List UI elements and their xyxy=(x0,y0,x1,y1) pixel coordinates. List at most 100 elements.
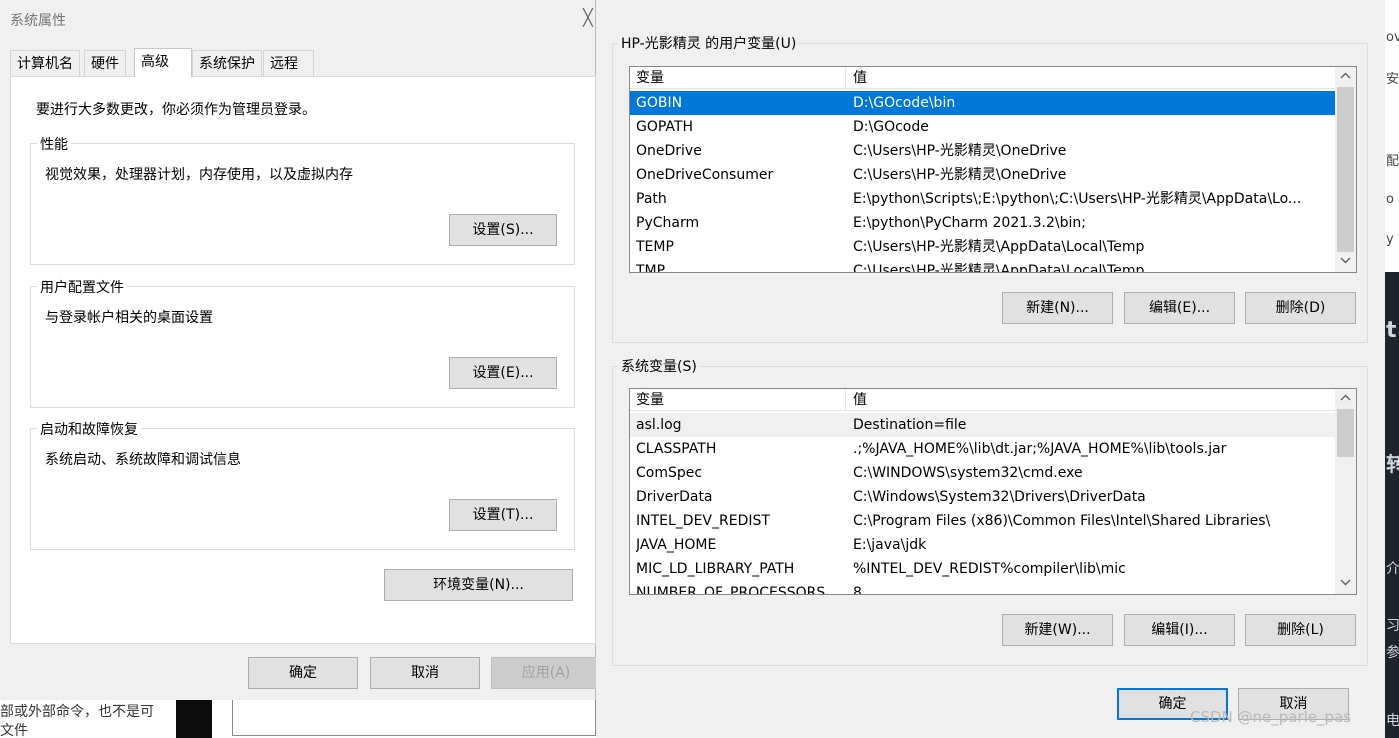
column-header-name[interactable]: 变量 xyxy=(630,389,846,411)
tab-strip: 计算机名 硬件 高级 系统保护 远程 xyxy=(10,48,596,77)
background-text-line: 部或外部命令，也不是可 xyxy=(0,704,154,720)
list-item[interactable]: OneDrive C:\Users\HP-光影精灵\OneDrive xyxy=(630,139,1336,163)
column-header-value[interactable]: 值 xyxy=(846,389,867,411)
vertical-scrollbar[interactable] xyxy=(1335,389,1356,594)
variable-name: MIC_LD_LIBRARY_PATH xyxy=(636,561,795,577)
system-new-button[interactable]: 新建(W)... xyxy=(1002,614,1113,646)
user-variables-group: HP-光影精灵 的用户变量(U) 变量 值 GOBIN D:\GOcode\bin… xyxy=(612,33,1368,343)
tab-computer-name[interactable]: 计算机名 xyxy=(10,50,80,76)
system-delete-button[interactable]: 删除(L) xyxy=(1245,614,1356,646)
variable-name: ComSpec xyxy=(636,465,703,481)
user-edit-button[interactable]: 编辑(E)... xyxy=(1124,292,1235,324)
chevron-up-icon[interactable] xyxy=(1335,389,1356,407)
list-item[interactable]: ComSpec C:\WINDOWS\system32\cmd.exe xyxy=(630,461,1336,485)
background-fragment: y xyxy=(1386,232,1394,247)
list-item[interactable]: CLASSPATH .;%JAVA_HOME%\lib\dt.jar;%JAVA_… xyxy=(630,437,1336,461)
variable-name: NUMBER_OF_PROCESSORS xyxy=(636,585,826,595)
scrollbar-thumb[interactable] xyxy=(1337,409,1354,457)
user-variables-list[interactable]: 变量 值 GOBIN D:\GOcode\bin GOPATH D:\GOcode … xyxy=(629,66,1357,273)
environment-variables-dialog: HP-光影精灵 的用户变量(U) 变量 值 GOBIN D:\GOcode\bin… xyxy=(596,0,1385,738)
performance-settings-button[interactable]: 设置(S)... xyxy=(449,214,557,246)
list-rows: GOBIN D:\GOcode\bin GOPATH D:\GOcode OneDr… xyxy=(630,91,1336,273)
variable-value: D:\GOcode\bin xyxy=(853,95,956,111)
list-item[interactable]: DriverData C:\Windows\System32\Drivers\Dr… xyxy=(630,485,1336,509)
variable-value: C:\Users\HP-光影精灵\OneDrive xyxy=(853,143,1067,159)
chevron-down-icon[interactable] xyxy=(1335,252,1356,270)
variable-name: GOBIN xyxy=(636,95,683,111)
ok-button[interactable]: 确定 xyxy=(248,657,358,689)
variable-name: OneDriveConsumer xyxy=(636,167,774,183)
tab-remote[interactable]: 远程 xyxy=(263,50,314,76)
list-item[interactable]: NUMBER_OF_PROCESSORS 8 xyxy=(630,581,1336,595)
group-description: 系统启动、系统故障和调试信息 xyxy=(45,452,241,468)
background-fragment: 习 xyxy=(1386,618,1399,634)
variable-value: C:\Users\HP-光影精灵\OneDrive xyxy=(853,167,1067,183)
background-fragment: ov xyxy=(1386,30,1399,45)
vertical-scrollbar[interactable] xyxy=(1335,67,1356,272)
system-variables-list[interactable]: 变量 值 asl.log Destination=file CLASSPATH.;… xyxy=(629,388,1357,595)
background-command-text: 部或外部命令，也不是可 文件 xyxy=(0,700,176,738)
background-fragment: o xyxy=(1386,192,1394,207)
user-delete-button[interactable]: 删除(D) xyxy=(1245,292,1356,324)
variable-value: .;%JAVA_HOME%\lib\dt.jar;%JAVA_HOME%\lib… xyxy=(853,441,1227,457)
list-item[interactable]: OneDriveConsumer C:\Users\HP-光影精灵\OneDriv… xyxy=(630,163,1336,187)
list-item[interactable]: TEMP C:\Users\HP-光影精灵\AppData\Local\Temp xyxy=(630,235,1336,259)
tab-advanced[interactable]: 高级 xyxy=(134,48,192,77)
variable-name: GOPATH xyxy=(636,119,693,135)
variable-value: C:\Users\HP-光影精灵\AppData\Local\Temp xyxy=(853,239,1145,255)
variable-name: CLASSPATH xyxy=(636,441,717,457)
variable-value: %INTEL_DEV_REDIST%compiler\lib\mic xyxy=(853,561,1126,577)
variable-name: TEMP xyxy=(636,239,674,255)
list-item[interactable]: asl.log Destination=file xyxy=(630,413,1336,437)
variable-value: E:\python\PyCharm 2021.3.2\bin; xyxy=(853,215,1086,231)
variable-value: C:\WINDOWS\system32\cmd.exe xyxy=(853,465,1083,481)
list-item[interactable]: GOPATH D:\GOcode xyxy=(630,115,1336,139)
variable-value: C:\Windows\System32\Drivers\DriverData xyxy=(853,489,1146,505)
chevron-down-icon[interactable] xyxy=(1335,574,1356,592)
list-item[interactable]: Path E:\python\Scripts\;E:\python\;C:\Use… xyxy=(630,187,1336,211)
background-fragment: 安 xyxy=(1386,72,1399,87)
column-header-name[interactable]: 变量 xyxy=(630,67,846,89)
group-title: HP-光影精灵 的用户变量(U) xyxy=(618,33,800,53)
admin-note: 要进行大多数更改，你必须作为管理员登录。 xyxy=(36,102,316,118)
background-text-line: 文件 xyxy=(0,723,28,738)
background-right-page: ov 安 配 o y t 转 介 习 参 电 xyxy=(1385,0,1399,738)
scrollbar-thumb[interactable] xyxy=(1337,87,1354,252)
variable-value: E:\python\Scripts\;E:\python\;C:\Users\H… xyxy=(853,191,1302,207)
list-item[interactable]: JAVA_HOME E:\java\jdk xyxy=(630,533,1336,557)
close-icon[interactable]: ╳ xyxy=(580,8,596,28)
list-item[interactable]: TMP C:\Users\HP-光影精灵\AppData\Local\Temp xyxy=(630,259,1336,273)
variable-name: TMP xyxy=(636,263,666,273)
variable-value: 8 xyxy=(853,585,862,595)
list-item[interactable]: INTEL_DEV_REDIST C:\Program Files (x86)\C… xyxy=(630,509,1336,533)
variable-value: Destination=file xyxy=(853,417,967,433)
list-rows: asl.log Destination=file CLASSPATH .;%JAVA… xyxy=(630,413,1336,595)
cancel-button[interactable]: 取消 xyxy=(370,657,480,689)
variable-name: PyCharm xyxy=(636,215,700,231)
tab-system-protection[interactable]: 系统保护 xyxy=(192,50,262,76)
tab-hardware[interactable]: 硬件 xyxy=(84,50,126,76)
user-new-button[interactable]: 新建(N)... xyxy=(1002,292,1113,324)
system-edit-button[interactable]: 编辑(I)... xyxy=(1124,614,1235,646)
list-item[interactable]: GOBIN D:\GOcode\bin xyxy=(630,91,1336,115)
apply-button[interactable]: 应用(A) xyxy=(491,657,601,689)
variable-value: C:\Program Files (x86)\Common Files\Inte… xyxy=(853,513,1271,529)
variable-name: JAVA_HOME xyxy=(636,537,717,553)
variable-value: D:\GOcode xyxy=(853,119,929,135)
group-description: 视觉效果，处理器计划，内存使用，以及虚拟内存 xyxy=(45,167,353,183)
background-fragment: 介 xyxy=(1386,561,1399,577)
column-header-value[interactable]: 值 xyxy=(846,67,867,89)
environment-variables-button[interactable]: 环境变量(N)... xyxy=(384,569,573,601)
chevron-up-icon[interactable] xyxy=(1335,67,1356,85)
variable-name: OneDrive xyxy=(636,143,702,159)
group-description: 与登录帐户相关的桌面设置 xyxy=(45,310,213,326)
user-profiles-settings-button[interactable]: 设置(E)... xyxy=(449,357,557,389)
system-properties-dialog: 系统属性 ╳ 计算机名 硬件 高级 系统保护 远程 要进行大多数更改，你必须作为… xyxy=(0,0,601,700)
list-item[interactable]: MIC_LD_LIBRARY_PATH %INTEL_DEV_REDIST%com… xyxy=(630,557,1336,581)
variable-name: DriverData xyxy=(636,489,713,505)
variable-value: E:\java\jdk xyxy=(853,537,927,553)
startup-recovery-settings-button[interactable]: 设置(T)... xyxy=(449,499,557,531)
performance-group: 性能 视觉效果，处理器计划，内存使用，以及虚拟内存 设置(S)... xyxy=(30,134,575,265)
group-title: 用户配置文件 xyxy=(37,277,127,297)
list-item[interactable]: PyCharm E:\python\PyCharm 2021.3.2\bin; xyxy=(630,211,1336,235)
